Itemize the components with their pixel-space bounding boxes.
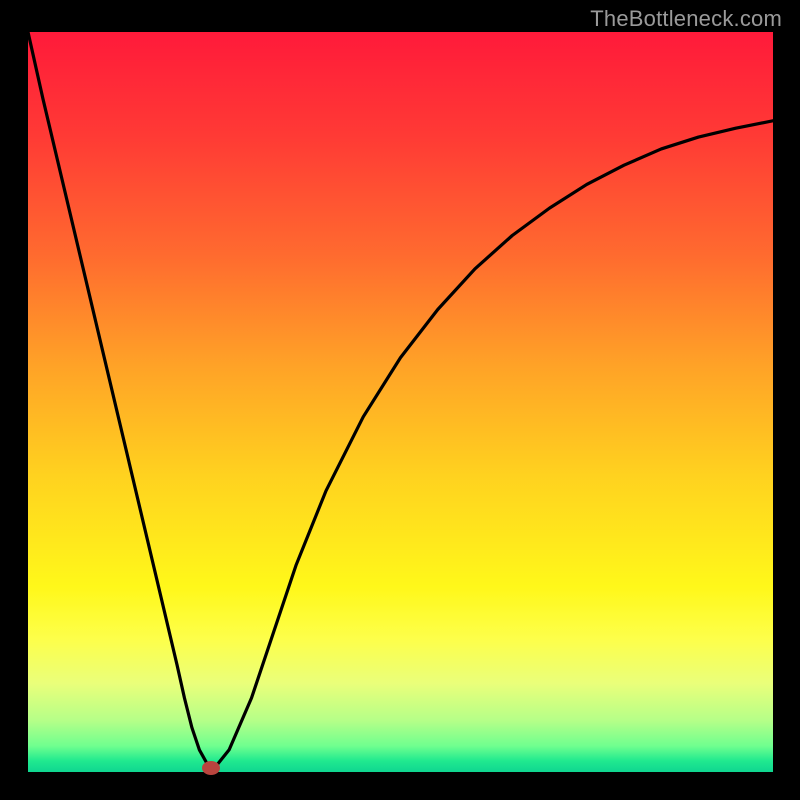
bottleneck-curve — [28, 32, 773, 772]
chart-frame — [28, 32, 773, 772]
optimal-marker-dot — [202, 761, 220, 775]
watermark-text: TheBottleneck.com — [590, 6, 782, 32]
